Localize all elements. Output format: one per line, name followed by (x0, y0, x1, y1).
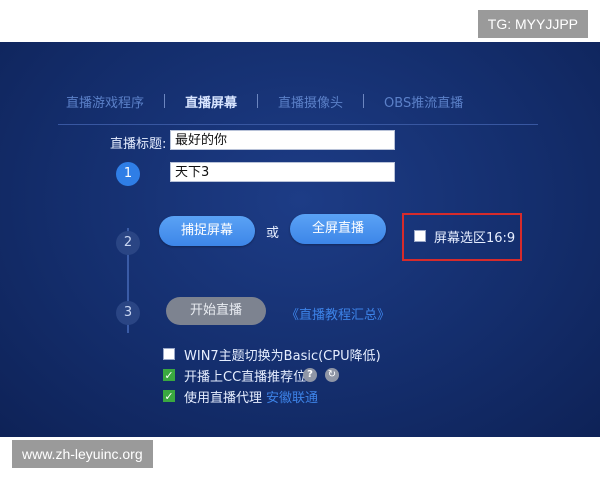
use-proxy-label: 使用直播代理 (184, 391, 263, 406)
step-2-indicator: 2 (116, 231, 140, 255)
tab-obs[interactable]: OBS推流直播 (384, 92, 463, 111)
tab-underline-divider (58, 124, 538, 125)
step-1-indicator: 1 (116, 162, 140, 186)
tab-divider (363, 94, 365, 108)
stream-title-label: 直播标题: (110, 137, 167, 152)
refresh-icon[interactable]: ↻ (325, 368, 339, 382)
tab-game-program[interactable]: 直播游戏程序 (66, 92, 144, 111)
tab-bar: 直播游戏程序 直播屏幕 直播摄像头 OBS推流直播 (66, 90, 463, 112)
proxy-isp-link[interactable]: 安徽联通 (266, 387, 318, 406)
live-stream-panel: 直播游戏程序 直播屏幕 直播摄像头 OBS推流直播 直播标题: 最好的你 天下3… (0, 42, 600, 437)
win7-basic-checkbox[interactable] (163, 348, 175, 360)
tab-screen[interactable]: 直播屏幕 (185, 92, 237, 111)
or-text: 或 (266, 226, 280, 241)
stream-title-input[interactable]: 最好的你 (170, 130, 395, 150)
fullscreen-live-button[interactable]: 全屏直播 (290, 214, 386, 244)
category-input[interactable]: 天下3 (170, 162, 395, 182)
tab-divider (257, 94, 259, 108)
watermark-bottom: www.zh-leyuinc.org (12, 440, 153, 468)
cc-recommend-label: 开播上CC直播推荐位 (184, 370, 307, 385)
step-3-indicator: 3 (116, 301, 140, 325)
tab-camera[interactable]: 直播摄像头 (278, 92, 343, 111)
watermark-top: TG: MYYJJPP (477, 10, 588, 38)
help-icon[interactable]: ? (303, 368, 317, 382)
use-proxy-checkbox[interactable]: ✓ (163, 390, 175, 402)
ratio-label: 屏幕选区16:9 (434, 231, 516, 246)
tab-divider (164, 94, 166, 108)
win7-basic-label: WIN7主题切换为Basic(CPU降低) (184, 349, 381, 364)
cc-recommend-checkbox[interactable]: ✓ (163, 369, 175, 381)
start-live-button[interactable]: 开始直播 (166, 297, 266, 325)
tutorial-link[interactable]: 《直播教程汇总》 (286, 304, 390, 323)
capture-screen-button[interactable]: 捕捉屏幕 (159, 216, 255, 246)
ratio-checkbox[interactable] (414, 230, 426, 242)
